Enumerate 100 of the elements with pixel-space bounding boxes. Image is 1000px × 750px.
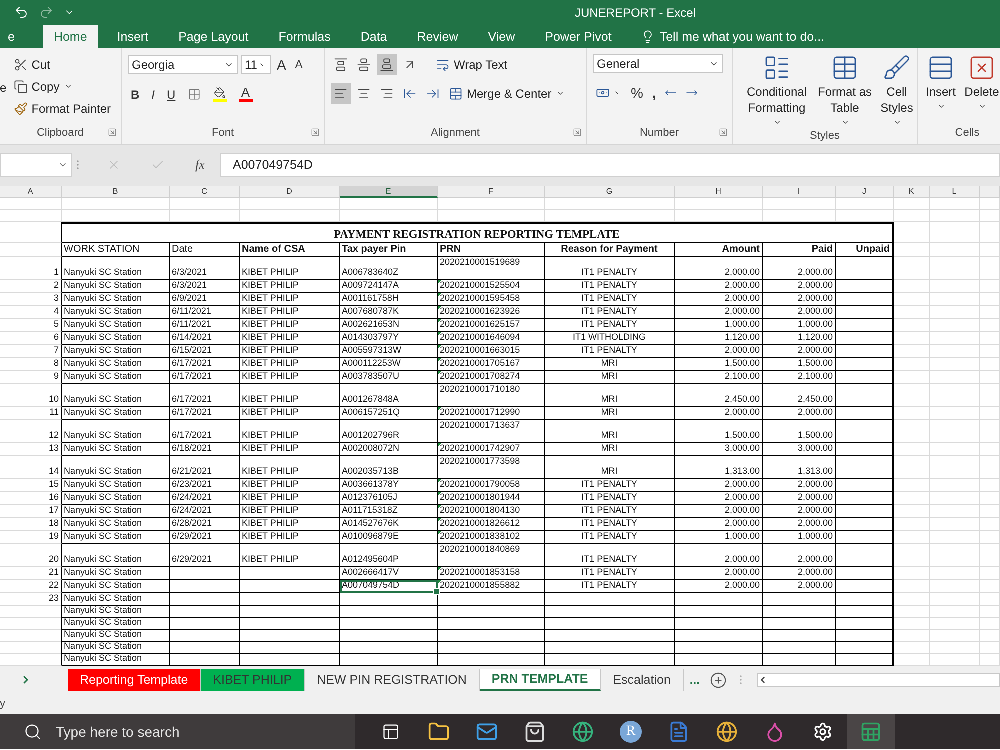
wrap-text-button[interactable]: Wrap Text [433,54,511,75]
column-header[interactable]: J [836,186,894,198]
copy-button[interactable]: Copy [10,76,114,97]
number-format-dropdown[interactable]: General [593,54,723,73]
table-cell: Nanyuki SC Station [62,593,170,606]
rows-icon [927,54,955,82]
table-x-icon [968,54,996,82]
column-heading: Name of CSA [240,243,340,257]
empty-cell [894,617,930,630]
table-cell: MRI [545,443,675,456]
table-cell: KIBET PHILIP [240,384,340,407]
column-header[interactable]: C [170,186,240,198]
paste-button[interactable]: e [0,81,7,95]
ribbon-tab[interactable]: Formulas [268,25,342,48]
empty-cell [894,198,930,210]
empty-cell [980,371,1000,384]
table-cell: 2,000.00 [675,505,763,518]
formula-field[interactable]: A007049754D [220,153,1000,177]
table-cell: 2,000.00 [675,492,763,505]
column-header[interactable]: E [340,186,438,198]
table-cell: 2,000.00 [763,580,836,593]
empty-cell [894,384,930,407]
column-header[interactable]: L [930,186,980,198]
column-header[interactable]: H [675,186,763,198]
sheet-tab[interactable]: Escalation [601,669,684,691]
fill-handle[interactable] [433,588,440,595]
group-label: Cells [955,127,980,139]
error-indicator-icon [438,358,442,362]
table-cell: 2020210001855882 [438,580,545,593]
search-input[interactable]: Type here to search [54,722,338,740]
format-painter-button[interactable]: Format Painter [10,98,114,119]
empty-cell [894,210,930,222]
font-size-dropdown[interactable]: 11 [241,55,271,74]
cells-button[interactable]: Delete [960,54,1000,122]
ribbon-tab[interactable]: Home [42,25,98,48]
underline-button[interactable]: U [164,84,179,105]
table-cell: 6/3/2021 [170,280,240,293]
ribbon-tab[interactable]: Power Pivot [534,25,623,48]
grow-font-button[interactable]: A [274,54,290,75]
vertical-align-button[interactable] [377,54,397,75]
comma-button[interactable]: , [649,82,660,103]
ribbon-tab[interactable]: Review [406,25,470,48]
style-button[interactable]: Cell Styles [875,54,919,127]
sheet-tab[interactable]: KIBET PHILIP [201,669,306,691]
font-name-dropdown[interactable]: Georgia [128,55,238,74]
empty-cell [894,629,930,642]
row-number: 4 [0,306,62,319]
column-header[interactable]: I [763,186,836,198]
empty-cell [930,617,980,630]
row-number: 13 [0,443,62,456]
style-button[interactable]: Conditional Formatting [739,54,815,127]
tell-me-field[interactable]: Tell me what you want to do... [634,25,831,48]
cells-button[interactable]: Insert [922,54,960,122]
font-color-button[interactable]: A [236,84,256,105]
group-label: Number [640,127,680,139]
column-header[interactable]: F [438,186,545,198]
search-field[interactable]: Type here to search [0,714,355,749]
cut-button[interactable]: Cut [10,54,114,75]
error-indicator-icon [438,479,442,483]
percent-button[interactable]: % [628,82,646,103]
column-header[interactable]: K [894,186,930,198]
column-header[interactable]: G [545,186,675,198]
ribbon-tab[interactable]: View [477,25,526,48]
empty-cell [930,210,980,222]
sheet-tab[interactable]: Reporting Template [68,669,202,691]
table-cell: KIBET PHILIP [240,518,340,531]
table-cell: IT1 PENALTY [545,544,675,567]
table-cell: Nanyuki SC Station [62,280,170,293]
row-number: 11 [0,407,62,420]
column-header[interactable]: D [240,186,340,198]
ribbon-tab[interactable]: Insert [106,25,160,48]
empty-cell [894,518,930,531]
table-cell: IT1 PENALTY [545,280,675,293]
ribbon-tab[interactable]: Page Layout [168,25,260,48]
merge-center-button[interactable]: Merge & Center [446,83,568,104]
sheet-tab[interactable]: PRN TEMPLATE [480,669,602,691]
more-tabs-button[interactable]: ... [684,666,706,694]
italic-button[interactable]: I [148,84,158,105]
ribbon-tab[interactable]: Data [350,25,398,48]
bold-button[interactable]: B [128,84,143,105]
paintbrush-icon [14,102,28,116]
undo-button[interactable] [14,5,29,20]
empty-cell [930,384,980,407]
empty-cell [930,371,980,384]
empty-cell [930,280,980,293]
table-cell: MRI [545,420,675,443]
empty-cell [930,443,980,456]
style-button[interactable]: Format as Table [815,54,875,127]
table-cell: 2020210001595458 [438,293,545,306]
column-header[interactable]: B [62,186,170,198]
shrink-font-button[interactable]: A [292,54,306,75]
empty-cell [980,605,1000,618]
insert-function-button[interactable]: fx [196,157,205,173]
horizontal-align-button[interactable] [331,83,351,104]
redo-button[interactable] [39,5,54,20]
row-number: 19 [0,531,62,544]
horizontal-scrollbar[interactable] [756,673,1000,687]
ribbon-tab[interactable]: e [8,25,15,48]
table-cell: 2,000.00 [675,257,763,280]
column-header[interactable]: A [0,186,62,198]
